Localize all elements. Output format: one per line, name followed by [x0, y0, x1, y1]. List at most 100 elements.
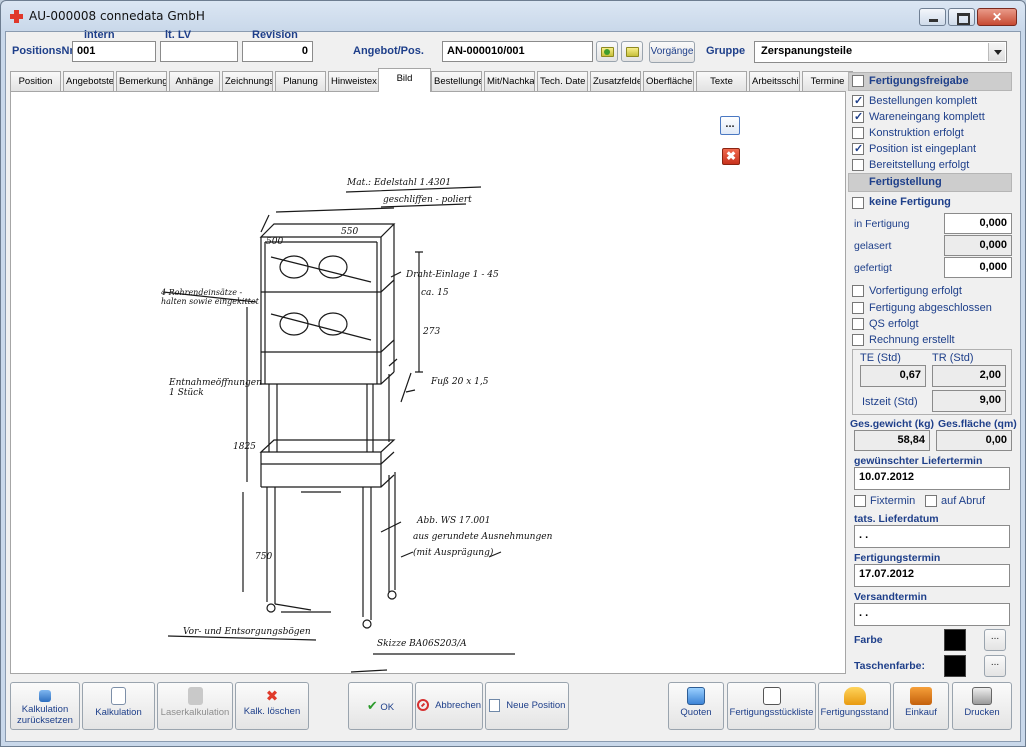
position-eingeplant-label: Position ist eingeplant — [869, 143, 977, 155]
abbrechen-button[interactable]: Abbrechen — [415, 682, 483, 730]
tab-tech-daten[interactable]: Tech. Date — [537, 71, 588, 91]
cancel-icon — [416, 699, 429, 712]
quoten-label: Quoten — [680, 707, 712, 718]
tab-planung[interactable]: Planung — [275, 71, 326, 91]
fertigstellung-header: Fertigstellung — [848, 173, 1012, 192]
istzeit-label: Istzeit (Std) — [862, 396, 918, 408]
revision-field[interactable]: 0 — [242, 41, 313, 62]
minimize-button[interactable] — [919, 8, 946, 26]
auf-abruf-checkbox[interactable] — [925, 495, 937, 507]
gruppe-label: Gruppe — [706, 45, 746, 57]
tab-arbeitsschritte[interactable]: Arbeitsschi — [749, 71, 800, 91]
angebot-field[interactable]: AN-000010/001 — [442, 41, 593, 62]
bestellungen-komplett-checkbox[interactable] — [852, 94, 864, 107]
liefertermin-field[interactable]: 10.07.2012 — [854, 467, 1010, 490]
image-panel: ... ✖ Mat.: Edelstahl 1.4301 geschliffen… — [10, 91, 846, 674]
app-cross-icon — [10, 10, 23, 23]
title-bar[interactable]: AU-000008 connedata GmbH — [1, 1, 1025, 31]
sketch-note: geschliffen - poliert — [383, 195, 472, 205]
bereitstellung-erfolgt-label: Bereitstellung erfolgt — [869, 159, 970, 171]
lt-lv-field[interactable] — [160, 41, 238, 62]
tab-hinweistext[interactable]: Hinweistex — [328, 71, 379, 91]
kalkulation-label: Kalkulation — [95, 707, 142, 718]
position-eingeplant-checkbox[interactable] — [852, 142, 864, 155]
tab-bild[interactable]: Bild — [378, 68, 431, 92]
tab-zusatzfelder[interactable]: Zusatzfelde — [590, 71, 641, 91]
gefertigt-label: gefertigt — [854, 262, 892, 274]
in-fertigung-field[interactable]: 0,000 — [944, 213, 1012, 234]
gewicht-field: 58,84 — [854, 430, 930, 451]
taschenfarbe-picker-button[interactable]: ... — [984, 655, 1006, 677]
vorgaenge-button[interactable]: Vorgänge — [649, 41, 695, 63]
rechnung-erstellt-checkbox[interactable] — [852, 334, 864, 346]
drucken-button[interactable]: Drucken — [952, 682, 1012, 730]
fertigungstermin-label: Fertigungstermin — [854, 552, 941, 564]
sketch-note: Vor- und Entsorgungsbögen — [183, 627, 311, 637]
sketch-note: Fuß 20 x 1,5 — [431, 377, 489, 387]
gefertigt-field[interactable]: 0,000 — [944, 257, 1012, 278]
konstruktion-erfolgt-checkbox[interactable] — [852, 127, 864, 139]
application-window: AU-000008 connedata GmbH intern lt. LV R… — [0, 0, 1026, 747]
versandtermin-field[interactable]: . . — [854, 603, 1010, 626]
positionsnr-field[interactable]: 001 — [72, 41, 156, 62]
open-angebot-button[interactable] — [596, 41, 618, 62]
keine-fertigung-label: keine Fertigung — [869, 196, 951, 208]
einkauf-button[interactable]: Einkauf — [893, 682, 949, 730]
tab-texte[interactable]: Texte — [696, 71, 747, 91]
bottom-toolbar: Kalkulation zurücksetzen Kalkulation Las… — [6, 676, 1020, 742]
kalk-loeschen-button[interactable]: Kalk. löschen — [235, 682, 309, 730]
tab-zeichnungs[interactable]: Zeichnungs — [222, 71, 273, 91]
taschenfarbe-swatch[interactable] — [944, 655, 966, 677]
quoten-button[interactable]: Quoten — [668, 682, 724, 730]
angebot-label: Angebot/Pos. — [353, 45, 424, 57]
revision-label: Revision — [252, 29, 298, 41]
tab-mit-nachkalk[interactable]: Mit/Nachka — [484, 71, 535, 91]
fertigungstermin-field[interactable]: 17.07.2012 — [854, 564, 1010, 587]
tab-oberflaeche[interactable]: Oberfläche — [643, 71, 694, 91]
maximize-button[interactable] — [948, 8, 975, 26]
close-button[interactable] — [977, 8, 1017, 26]
fertigungsfreigabe-checkbox[interactable] — [852, 75, 864, 87]
laserkalkulation-label: Laserkalkulation — [160, 707, 230, 718]
intern-label: intern — [84, 29, 115, 41]
kalkulation-button[interactable]: Kalkulation — [82, 682, 155, 730]
tab-bemerkung[interactable]: Bemerkung — [116, 71, 167, 91]
farbe-picker-button[interactable]: ... — [984, 629, 1006, 651]
gruppe-dropdown[interactable]: Zerspanungsteile — [754, 41, 1007, 63]
folder-icon — [626, 47, 639, 57]
tab-termine[interactable]: Termine — [802, 71, 853, 91]
tab-bestellungen[interactable]: Bestellunge — [431, 71, 482, 91]
vorfertigung-erfolgt-checkbox[interactable] — [852, 285, 864, 297]
fertigungsstueckliste-button[interactable]: Fertigungsstückliste — [727, 682, 816, 730]
kalkulation-zuruecksetzen-button[interactable]: Kalkulation zurücksetzen — [10, 682, 80, 730]
tab-anhaenge[interactable]: Anhänge — [169, 71, 220, 91]
farbe-label: Farbe — [854, 634, 883, 646]
fixtermin-checkbox[interactable] — [854, 495, 866, 507]
lieferdatum-field[interactable]: . . — [854, 525, 1010, 548]
neue-position-button[interactable]: Neue Position — [485, 682, 569, 730]
sketch-note: (mit Ausprägung) — [413, 548, 494, 558]
drucken-label: Drucken — [964, 707, 1000, 718]
ok-button[interactable]: OK — [348, 682, 413, 730]
kalk-loeschen-label: Kalk. löschen — [243, 706, 301, 717]
bereitstellung-erfolgt-checkbox[interactable] — [852, 159, 864, 171]
flaeche-field: 0,00 — [936, 430, 1012, 451]
farbe-swatch[interactable] — [944, 629, 966, 651]
folder-icon — [601, 47, 614, 57]
te-label: TE (Std) — [860, 352, 901, 364]
keine-fertigung-checkbox[interactable] — [852, 197, 864, 209]
sketch-note: Skizze BA06S203/A — [377, 639, 467, 649]
fertigungsstand-button[interactable]: Fertigungsstand — [818, 682, 891, 730]
open-folder-button[interactable] — [621, 41, 643, 62]
ok-label: OK — [380, 702, 395, 713]
wareneingang-komplett-checkbox[interactable] — [852, 110, 864, 123]
fertigung-abgeschlossen-checkbox[interactable] — [852, 302, 864, 314]
gewicht-label: Ges.gewicht (kg) — [850, 418, 935, 430]
sketch-note: Mat.: Edelstahl 1.4301 — [347, 178, 452, 188]
chevron-down-icon[interactable] — [988, 43, 1005, 61]
tab-position[interactable]: Position — [10, 71, 61, 91]
qs-erfolgt-checkbox[interactable] — [852, 318, 864, 330]
tab-angebotstext[interactable]: Angebotste — [63, 71, 114, 91]
kalkulation-zuruecksetzen-label: Kalkulation zurücksetzen — [17, 704, 73, 726]
auf-abruf-label: auf Abruf — [941, 495, 986, 507]
